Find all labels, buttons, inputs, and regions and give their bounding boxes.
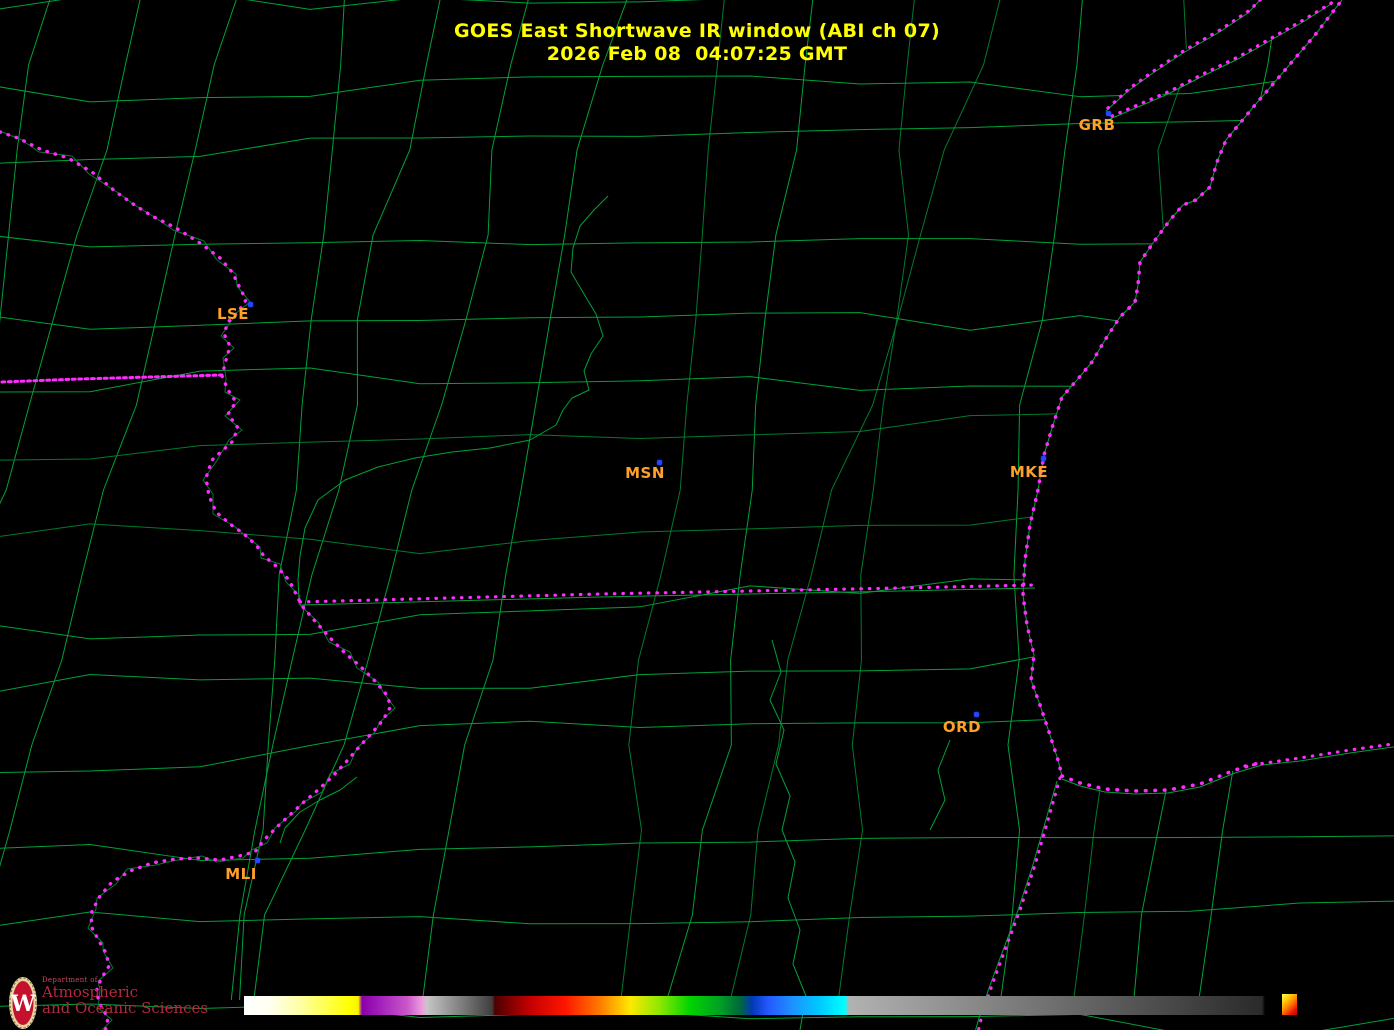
wisconsin-river: [298, 196, 608, 600]
station-label-ord: ORD: [943, 718, 981, 736]
logo-oceanic-sciences: and Oceanic Sciences: [42, 1000, 208, 1016]
uw-aos-logo: W Department of Atmospheric and Oceanic …: [8, 976, 208, 1030]
mississippi-river-border: [0, 132, 391, 1030]
product-title: GOES East Shortwave IR window (ABI ch 07…: [0, 20, 1394, 43]
station-dot-ord: [974, 712, 979, 717]
station-label-lse: LSE: [217, 305, 249, 323]
logo-text: Department of Atmospheric and Oceanic Sc…: [42, 976, 208, 1016]
river-lines-layer: [0, 130, 950, 1030]
station-label-grb: GRB: [1079, 116, 1116, 134]
image-timestamp: 2026 Feb 08 04:07:25 GMT: [0, 43, 1394, 66]
svg-text:W: W: [10, 991, 36, 1017]
logo-atmospheric: Atmospheric: [42, 984, 208, 1000]
image-title-block: GOES East Shortwave IR window (ABI ch 07…: [0, 20, 1394, 66]
enhancement-colorbar-end-block: [1282, 994, 1297, 1015]
wi-il-border: [300, 585, 1035, 602]
station-dot-mke: [1041, 456, 1046, 461]
satellite-image-viewport: GOES East Shortwave IR window (ABI ch 07…: [0, 0, 1394, 1030]
map-overlay-canvas: [0, 0, 1394, 1030]
station-label-mke: MKE: [1010, 463, 1048, 481]
iowa-creek: [280, 777, 357, 843]
station-dot-mli: [255, 858, 260, 863]
rock-river: [770, 640, 806, 1030]
station-label-mli: MLI: [225, 865, 257, 883]
il-in-border-line: [975, 781, 1057, 1030]
wi-il-border-line: [300, 588, 1035, 605]
station-label-msn: MSN: [625, 464, 665, 482]
il-in-border: [978, 778, 1060, 1030]
des-plaines-river: [930, 740, 950, 830]
mn-ia-border: [2, 375, 222, 382]
enhancement-colorbar: [244, 996, 1283, 1015]
uw-crest-icon: W: [8, 976, 38, 1030]
